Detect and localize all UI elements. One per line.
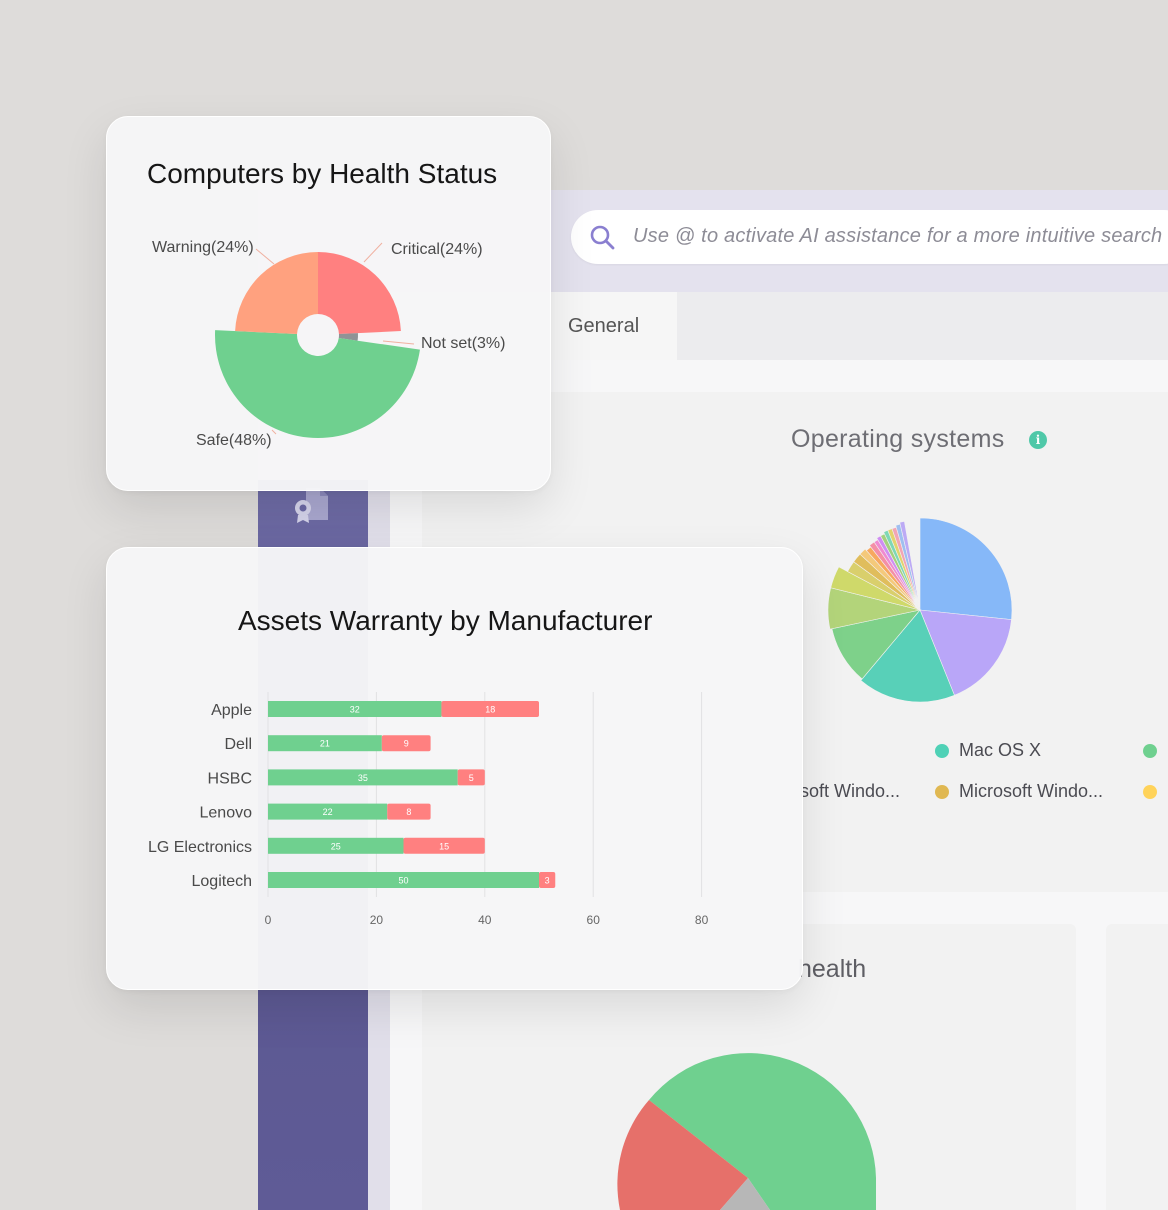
info-icon[interactable]: i: [1029, 431, 1047, 449]
bar-value-label: 5: [469, 773, 474, 783]
legend-item-mac-os-x[interactable]: Mac OS X: [959, 740, 1041, 761]
legend-dot-green: [1143, 744, 1157, 758]
health-panel-title: health: [798, 955, 867, 983]
health-slice-safe[interactable]: [215, 330, 420, 438]
x-tick-label: 0: [265, 913, 272, 927]
category-label-hsbc: HSBC: [208, 770, 252, 787]
category-label-lg-electronics: LG Electronics: [148, 839, 252, 856]
category-label-dell: Dell: [224, 736, 252, 753]
bar-value-label: 21: [320, 739, 330, 749]
leader-line: [363, 242, 383, 263]
slice-label-not-set: Not set(3%): [421, 335, 506, 352]
category-label-logitech: Logitech: [192, 873, 253, 890]
warranty-document-icon[interactable]: [290, 486, 336, 530]
legend-item-windows-truncated[interactable]: soft Windo...: [800, 781, 900, 802]
bar-value-label: 35: [358, 773, 368, 783]
leader-line: [271, 429, 277, 435]
bar-value-label: 18: [485, 705, 495, 715]
legend-item-microsoft-windows[interactable]: Microsoft Windo...: [959, 781, 1103, 802]
health-slice-warning[interactable]: [235, 252, 318, 335]
slice-label-safe: Safe(48%): [196, 432, 272, 449]
right-panel: [1106, 924, 1168, 1210]
health-slice-critical[interactable]: [318, 252, 401, 335]
os-panel-title: Operating systems: [791, 425, 1005, 453]
slice-label-critical: Critical(24%): [391, 241, 483, 258]
legend-dot-mac: [935, 744, 949, 758]
x-tick-label: 80: [695, 913, 709, 927]
bar-value-label: 22: [323, 807, 333, 817]
legend-dot-yellow: [1143, 785, 1157, 799]
bar-value-label: 32: [350, 705, 360, 715]
x-tick-label: 40: [478, 913, 492, 927]
category-label-lenovo: Lenovo: [200, 805, 253, 822]
slice-label-warning: Warning(24%): [152, 239, 254, 256]
bar-value-label: 9: [404, 739, 409, 749]
search-icon[interactable]: [589, 224, 615, 250]
health-pie-chart: [617, 1053, 876, 1210]
legend-dot-windows: [935, 785, 949, 799]
bar-value-label: 50: [398, 876, 408, 886]
tab-general[interactable]: General: [550, 292, 677, 360]
x-tick-label: 60: [587, 913, 601, 927]
leader-line: [382, 340, 415, 345]
bar-value-label: 3: [545, 876, 550, 886]
bar-value-label: 15: [439, 841, 449, 851]
category-label-apple: Apple: [211, 702, 252, 719]
os-pie-slice: [919, 517, 1013, 620]
bar-value-label: 25: [331, 841, 341, 851]
leader-line: [255, 248, 275, 265]
health-donut-chart: [215, 242, 420, 438]
search-input[interactable]: Use @ to activate AI assistance for a mo…: [633, 225, 1162, 248]
bar-value-label: 8: [406, 807, 411, 817]
os-pie-chart: [827, 517, 1013, 703]
warranty-bar-chart: 0 20 40 60 80 32 18 Apple 21 9 Dell 35 5 HSBC 22 8 Lenov…: [148, 692, 709, 927]
x-tick-label: 20: [370, 913, 384, 927]
